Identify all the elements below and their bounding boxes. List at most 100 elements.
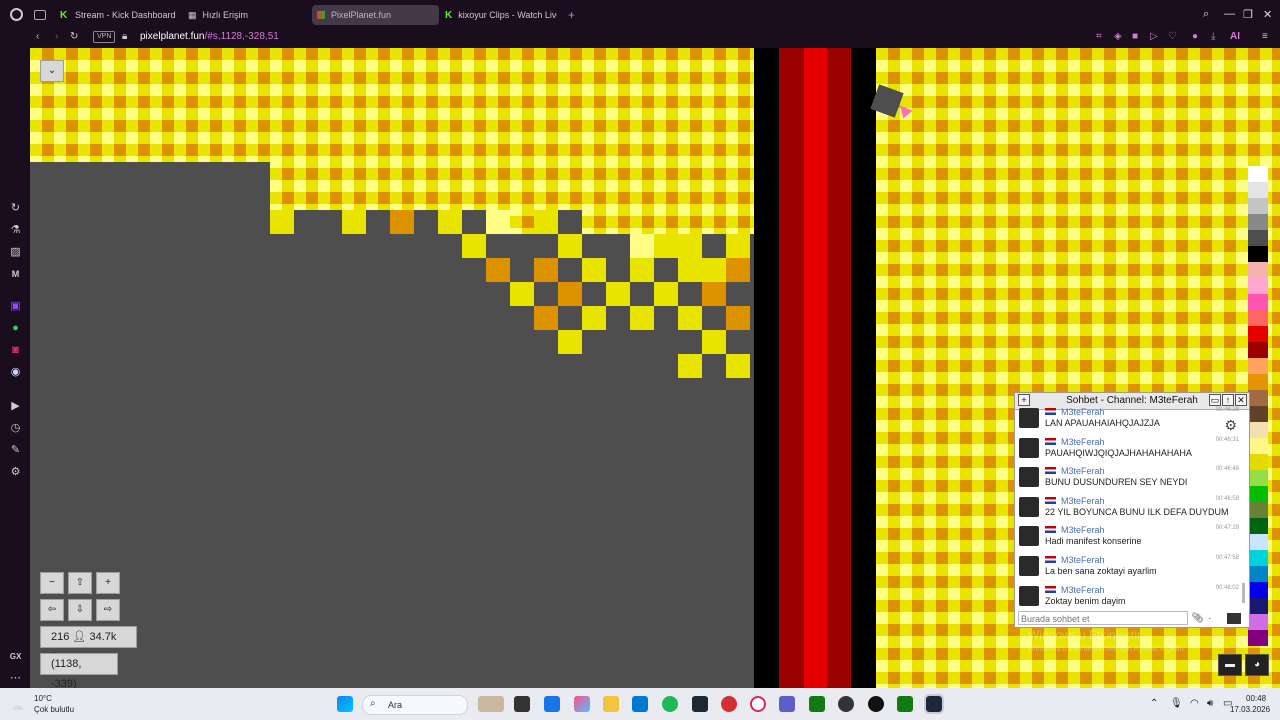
start-button-icon[interactable] [337,696,353,712]
chat-scrollbar[interactable] [1242,583,1245,603]
palette-swatch[interactable] [1248,566,1268,582]
palette-swatch[interactable] [1248,598,1268,614]
weather-desc[interactable]: Çok bulutlu [34,705,74,714]
move-up-button[interactable]: ⇧ [68,572,92,594]
palette-swatch[interactable] [1248,390,1268,406]
zoom-in-button[interactable]: + [96,572,120,594]
settings-icon[interactable]: ⚙ [9,466,22,479]
palette-swatch[interactable] [1248,550,1268,566]
xbox-icon[interactable] [809,696,825,712]
history-icon[interactable]: ↻ [9,202,22,215]
palette-swatch[interactable] [1248,470,1268,486]
move-right-button[interactable]: ⇨ [96,599,120,621]
tab-kixoyur-clips[interactable]: K kixoyur Clips - Watch Live [445,5,557,25]
file-explorer-icon[interactable] [603,696,619,712]
adblock-icon[interactable]: ■ [1132,31,1138,42]
channel-select-icon[interactable]: · [1208,613,1211,624]
chat-close-button[interactable]: ✕ [1235,394,1247,406]
palette-swatch[interactable] [1248,358,1268,374]
aria-icon[interactable]: ⚗ [9,224,22,237]
chat-maximize-button[interactable]: ↑ [1222,394,1234,406]
palette-swatch[interactable] [1248,630,1268,646]
twitch-icon[interactable]: ▣ [9,300,22,313]
avatar[interactable] [1019,408,1039,428]
aria-ai-button[interactable]: AI [1230,31,1240,42]
back-icon[interactable]: ‹ [36,31,39,42]
chat-popout-button[interactable]: ▭ [1209,394,1221,406]
palette-swatch[interactable] [1248,214,1268,230]
avatar[interactable] [1019,556,1039,576]
palette-swatch[interactable] [1248,438,1268,454]
opera-logo-icon[interactable] [10,8,23,21]
download-icon[interactable]: ⤓ [1211,31,1215,42]
avatar[interactable] [1019,437,1039,458]
palette-swatch[interactable] [1248,326,1268,342]
chat-input[interactable]: Burada sohbet et [1018,611,1188,625]
shield-icon[interactable]: ◈ [1114,31,1122,42]
vpn-badge[interactable]: VPN [93,31,116,43]
palette-swatch[interactable] [1248,246,1268,262]
online-counter[interactable]: 216 👤︎ 34.7k ✎ [40,626,137,663]
palette-swatch[interactable] [1248,262,1268,278]
steam-active-icon[interactable] [924,694,944,714]
palette-swatch[interactable] [1248,406,1268,422]
palette-swatch[interactable] [1248,486,1268,502]
volume-icon[interactable]: 🔊︎ [1207,698,1213,709]
microphone-icon[interactable]: 🎙︎ [1170,698,1183,709]
chat-username[interactable]: M3teFerah [1061,555,1105,565]
chat-username[interactable]: M3teFerah [1061,585,1105,595]
palette-swatch[interactable] [1248,230,1268,246]
heart-icon[interactable]: ♡ [1168,31,1177,42]
palette-swatch[interactable] [1248,582,1268,598]
steam-icon[interactable] [692,696,708,712]
tab-kick-dashboard[interactable]: K Stream - Kick Dashboard [60,5,180,25]
chat-username[interactable]: M3teFerah [1061,407,1105,417]
coordinates-box[interactable]: (1138, -339) [40,653,118,688]
palette-swatch[interactable] [1248,454,1268,470]
chat-username[interactable]: M3teFerah [1061,525,1105,535]
chat-username[interactable]: M3teFerah [1061,437,1105,447]
weather-temp[interactable]: 10°C [34,694,52,703]
profile-icon[interactable]: ● [1192,31,1198,42]
more-icon[interactable]: ⋯ [9,672,22,685]
player-sidebar-icon[interactable]: ▶ [9,400,22,413]
avatar[interactable] [1019,526,1039,547]
palette-swatch[interactable] [1248,294,1268,310]
palette-swatch[interactable] [1248,182,1268,198]
url-field[interactable]: pixelplanet.fun/#s,1128,-328,51 [140,31,279,42]
obs-icon[interactable] [838,696,854,712]
player-icon[interactable]: ▷ [1150,31,1158,42]
search-tabs-icon[interactable]: ⌕ [1203,8,1209,21]
move-left-button[interactable]: ⇦ [40,599,64,621]
avatar[interactable] [1019,467,1039,488]
clock-time[interactable]: 00:48 [1246,694,1266,703]
widget-image-icon[interactable] [478,696,504,712]
avatar[interactable] [1019,496,1039,517]
chat-username[interactable]: M3teFerah [1061,466,1105,476]
weather-icon[interactable]: ☁ [10,697,24,714]
attach-icon[interactable]: 📎︎ [1191,613,1204,624]
palette-swatch[interactable] [1248,534,1268,550]
palette-swatch[interactable] [1248,518,1268,534]
palette-swatch[interactable] [1248,198,1268,214]
palette-swatch[interactable] [1248,310,1268,326]
palette-swatch[interactable] [1248,502,1268,518]
palette-swatch[interactable] [1248,374,1268,390]
send-button[interactable] [1227,613,1241,624]
m-app-icon[interactable]: M [9,268,22,281]
extensions-icon[interactable]: ✎ [9,444,22,457]
avatar[interactable] [1019,585,1039,606]
whatsapp-icon[interactable]: ● [9,322,22,335]
tab-pixelplanet[interactable]: PixelPlanet.fun [312,5,439,25]
palette-swatch[interactable] [1248,278,1268,294]
minimize-button[interactable]: — [1224,8,1235,20]
github-icon[interactable] [868,696,884,712]
tab-speed-dial[interactable]: ▦ Hızlı Erişim [188,5,308,25]
outlook-icon[interactable] [544,696,560,712]
taskbar-search[interactable]: ⌕ Ara [362,695,468,715]
xbox-app-icon[interactable] [897,696,913,712]
task-view-icon[interactable] [514,696,530,712]
clock-date[interactable]: 17.03.2026 [1230,705,1270,714]
discord-icon[interactable]: ◉ [9,366,22,379]
palette-swatch[interactable] [1248,166,1268,182]
